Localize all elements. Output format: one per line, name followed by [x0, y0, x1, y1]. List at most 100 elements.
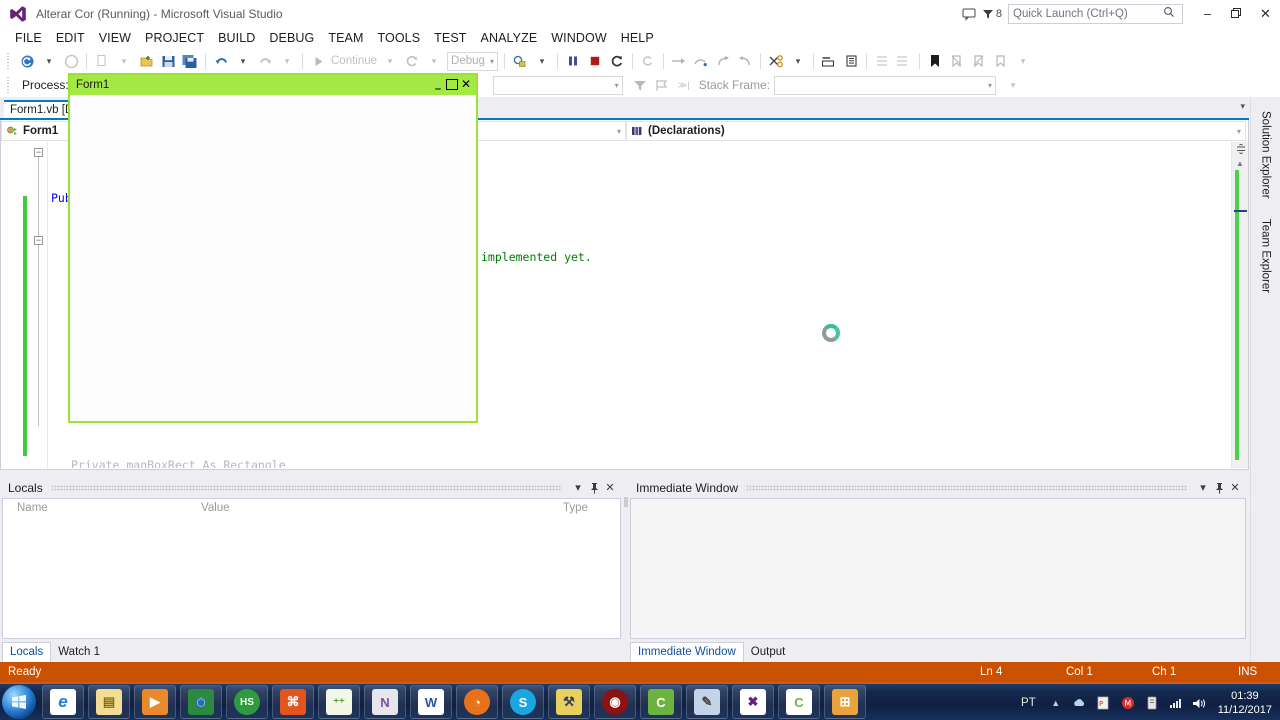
menu-project[interactable]: PROJECT	[138, 29, 211, 47]
form1-runtime-window[interactable]: Form1 _ ✕	[68, 73, 478, 423]
taskbar-app-word[interactable]: W	[410, 685, 452, 719]
taskbar-app-media-player[interactable]: ▶	[134, 685, 176, 719]
network-signal-icon[interactable]	[1167, 694, 1185, 712]
menu-debug[interactable]: DEBUG	[262, 29, 321, 47]
restore-button[interactable]	[1222, 0, 1251, 27]
tab-immediate-window[interactable]: Immediate Window	[630, 642, 744, 662]
debug-location-grip[interactable]	[7, 77, 13, 93]
chevron-down-icon[interactable]: ▾	[490, 57, 494, 66]
form1-client-area[interactable]	[70, 95, 476, 421]
taskbar-app-chrome[interactable]: ◉	[180, 685, 222, 719]
quick-launch-input[interactable]	[1013, 7, 1163, 20]
form1-close-button[interactable]: ✕	[459, 77, 473, 91]
chevron-down-icon[interactable]: ▾	[570, 479, 586, 497]
taskbar-app-camtasia-recorder[interactable]: C	[640, 685, 682, 719]
menu-build[interactable]: BUILD	[211, 29, 262, 47]
stop-debugging-icon[interactable]	[584, 50, 606, 72]
onedrive-icon[interactable]	[1071, 694, 1089, 712]
scroll-up-arrow[interactable]: ▲	[1236, 159, 1244, 168]
save-icon[interactable]	[157, 50, 179, 72]
taskbar-app-hotspot-shield[interactable]: HS	[226, 685, 268, 719]
close-icon[interactable]: ✕	[1227, 479, 1243, 497]
restart-icon[interactable]	[606, 50, 628, 72]
form1-maximize-button[interactable]	[446, 78, 458, 90]
chevron-down-icon[interactable]: ▾	[988, 81, 992, 90]
comment-icon[interactable]	[818, 50, 840, 72]
taskbar-app-cyberlink[interactable]: ◉	[594, 685, 636, 719]
locals-grid[interactable]: Name Value Type	[2, 498, 621, 639]
navigate-backward-icon[interactable]	[16, 50, 38, 72]
tray-clock[interactable]: 01:39 11/12/2017	[1218, 689, 1272, 717]
process-combo[interactable]: ▾	[492, 75, 623, 95]
close-button[interactable]: ✕	[1251, 0, 1280, 27]
taskbar-app-internet-explorer[interactable]: e	[42, 685, 84, 719]
menu-file[interactable]: FILE	[8, 29, 49, 47]
undo-dropdown[interactable]: ▾	[232, 50, 254, 72]
close-icon[interactable]: ✕	[602, 479, 618, 497]
device-icon[interactable]	[1143, 694, 1161, 712]
add-item-icon[interactable]	[135, 50, 157, 72]
save-all-icon[interactable]	[179, 50, 201, 72]
menu-analyze[interactable]: ANALYZE	[474, 29, 545, 47]
editor-split-handle[interactable]	[1236, 143, 1246, 157]
pin-icon[interactable]	[586, 479, 602, 497]
taskbar-app-tools[interactable]: ⚒	[548, 685, 590, 719]
chevron-down-icon[interactable]: ▾	[615, 81, 619, 90]
form1-title-bar[interactable]: Form1 _ ✕	[70, 75, 476, 95]
taskbar-app-visual-studio[interactable]: ✖	[732, 685, 774, 719]
chevron-down-icon[interactable]: ▾	[1195, 479, 1211, 497]
taskbar-app-windows-app[interactable]: ⊞	[824, 685, 866, 719]
tab-watch-1[interactable]: Watch 1	[51, 643, 107, 662]
chevron-down-icon[interactable]: ▾	[617, 127, 621, 136]
menu-window[interactable]: WINDOW	[544, 29, 613, 47]
feedback-icon[interactable]	[956, 0, 982, 27]
taskbar-app-onenote[interactable]: N	[364, 685, 406, 719]
dock-tab-solution-explorer[interactable]: Solution Explorer	[1258, 105, 1274, 205]
immediate-window-input[interactable]	[630, 498, 1246, 639]
mail-icon[interactable]: M	[1119, 694, 1137, 712]
window-drag-grip[interactable]	[746, 484, 1187, 491]
hot-reload-dropdown[interactable]: ▾	[787, 50, 809, 72]
attach-dropdown[interactable]: ▾	[531, 50, 553, 72]
menu-edit[interactable]: EDIT	[49, 29, 92, 47]
pin-icon[interactable]	[1211, 479, 1227, 497]
quick-launch-box[interactable]	[1008, 3, 1183, 24]
uncomment-icon[interactable]	[840, 50, 862, 72]
stack-frame-combo[interactable]: ▾	[774, 75, 997, 95]
tab-locals[interactable]: Locals	[2, 642, 52, 662]
taskbar-app-paint[interactable]: ✎	[686, 685, 728, 719]
pause-icon[interactable]	[562, 50, 584, 72]
hot-reload-icon[interactable]	[765, 50, 787, 72]
chevron-down-icon[interactable]: ▾	[1237, 127, 1241, 136]
menu-test[interactable]: TEST	[427, 29, 473, 47]
toolbar-grip[interactable]	[7, 53, 13, 69]
undo-icon[interactable]	[210, 50, 232, 72]
outlining-column[interactable]: − −	[32, 142, 46, 468]
taskbar-app-xmind[interactable]: ⌘	[272, 685, 314, 719]
solution-configuration-combo[interactable]: Debug ▾	[447, 51, 498, 71]
chevron-up-icon[interactable]: ▲	[1047, 694, 1065, 712]
menu-view[interactable]: VIEW	[92, 29, 138, 47]
windows-start-orb-icon[interactable]	[2, 685, 36, 719]
search-icon[interactable]	[1163, 6, 1175, 21]
editor-vertical-scrollbar[interactable]: ▲	[1231, 142, 1248, 468]
menu-tools[interactable]: TOOLS	[371, 29, 428, 47]
chevron-down-icon[interactable]: ▾	[1240, 101, 1245, 112]
taskbar-app-firefox[interactable]: ◔	[456, 685, 498, 719]
dock-tab-team-explorer[interactable]: Team Explorer	[1258, 213, 1274, 299]
pdf-icon[interactable]: P	[1095, 694, 1113, 712]
menu-team[interactable]: TEAM	[321, 29, 370, 47]
minimize-button[interactable]: –	[1193, 0, 1222, 27]
notification-filter-group[interactable]: 8	[982, 8, 1008, 20]
attach-to-process-icon[interactable]	[509, 50, 531, 72]
tray-language[interactable]: PT	[1021, 697, 1036, 709]
bookmark-icon[interactable]	[924, 50, 946, 72]
taskbar-app-camtasia-studio[interactable]: C	[778, 685, 820, 719]
menu-help[interactable]: HELP	[614, 29, 661, 47]
taskbar-app-windows-explorer[interactable]: ▤	[88, 685, 130, 719]
outlining-collapse-toggle-2[interactable]: −	[34, 236, 43, 245]
taskbar-app-skype[interactable]: S	[502, 685, 544, 719]
form1-minimize-button[interactable]: _	[431, 77, 445, 91]
window-drag-grip[interactable]	[50, 484, 562, 491]
declarations-combo[interactable]: (Declarations) ▾	[626, 121, 1246, 141]
